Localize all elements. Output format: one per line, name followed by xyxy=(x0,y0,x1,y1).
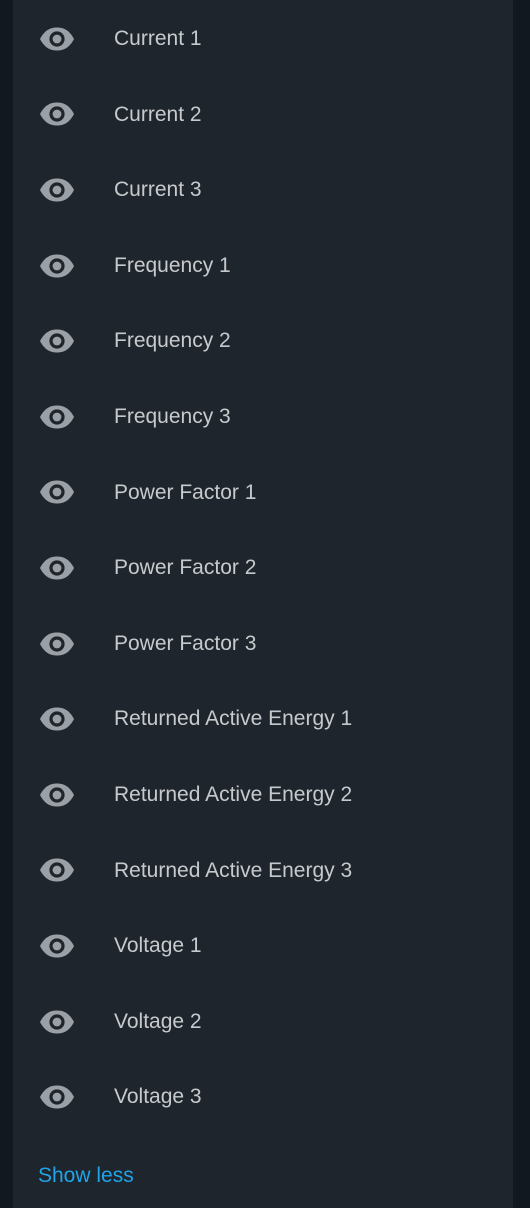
entity-label: Frequency 3 xyxy=(114,404,231,428)
eye-icon xyxy=(39,556,75,580)
eye-icon xyxy=(39,858,75,882)
entity-label: Voltage 3 xyxy=(114,1085,202,1109)
entity-list: Current 1 Current 2 Current 3 Frequency … xyxy=(13,1,513,1135)
eye-icon xyxy=(39,1010,75,1034)
eye-icon xyxy=(39,632,75,656)
entity-row-power-factor-2[interactable]: Power Factor 2 xyxy=(13,530,513,606)
eye-icon xyxy=(39,102,75,126)
entity-label: Returned Active Energy 2 xyxy=(114,782,353,806)
entity-row-voltage-3[interactable]: Voltage 3 xyxy=(13,1059,513,1135)
show-less-link[interactable]: Show less xyxy=(38,1160,134,1192)
entity-row-current-3[interactable]: Current 3 xyxy=(13,152,513,228)
eye-icon xyxy=(39,783,75,807)
entity-label: Current 1 xyxy=(114,27,202,50)
eye-icon xyxy=(39,934,75,958)
eye-icon xyxy=(39,480,75,504)
page: Current 1 Current 2 Current 3 Frequency … xyxy=(0,0,530,1208)
entity-label: Frequency 2 xyxy=(114,329,231,353)
entities-card: Current 1 Current 2 Current 3 Frequency … xyxy=(13,0,513,1208)
eye-icon xyxy=(39,27,75,51)
eye-icon xyxy=(39,178,75,202)
entity-label: Frequency 1 xyxy=(114,253,231,277)
entity-label: Voltage 1 xyxy=(114,934,202,958)
entity-row-frequency-3[interactable]: Frequency 3 xyxy=(13,379,513,455)
entity-row-returned-active-energy-3[interactable]: Returned Active Energy 3 xyxy=(13,833,513,909)
entity-label: Returned Active Energy 3 xyxy=(114,858,353,882)
entity-row-power-factor-1[interactable]: Power Factor 1 xyxy=(13,455,513,531)
entity-row-returned-active-energy-1[interactable]: Returned Active Energy 1 xyxy=(13,681,513,757)
entity-row-frequency-1[interactable]: Frequency 1 xyxy=(13,228,513,304)
eye-icon xyxy=(39,254,75,278)
eye-icon xyxy=(39,405,75,429)
entity-label: Current 3 xyxy=(114,178,202,202)
entity-row-current-1[interactable]: Current 1 xyxy=(13,1,513,77)
entity-row-frequency-2[interactable]: Frequency 2 xyxy=(13,303,513,379)
entity-label: Power Factor 2 xyxy=(114,556,257,580)
eye-icon xyxy=(39,1085,75,1109)
entity-row-voltage-2[interactable]: Voltage 2 xyxy=(13,984,513,1060)
entity-label: Power Factor 1 xyxy=(114,480,257,504)
entity-row-voltage-1[interactable]: Voltage 1 xyxy=(13,908,513,984)
eye-icon xyxy=(39,329,75,353)
entity-label: Power Factor 3 xyxy=(114,631,257,655)
eye-icon xyxy=(39,707,75,731)
entity-row-current-2[interactable]: Current 2 xyxy=(13,77,513,153)
entity-label: Returned Active Energy 1 xyxy=(114,707,353,731)
entity-label: Current 2 xyxy=(114,102,202,126)
entity-row-returned-active-energy-2[interactable]: Returned Active Energy 2 xyxy=(13,757,513,833)
entity-label: Voltage 2 xyxy=(114,1009,202,1033)
entity-row-power-factor-3[interactable]: Power Factor 3 xyxy=(13,606,513,682)
